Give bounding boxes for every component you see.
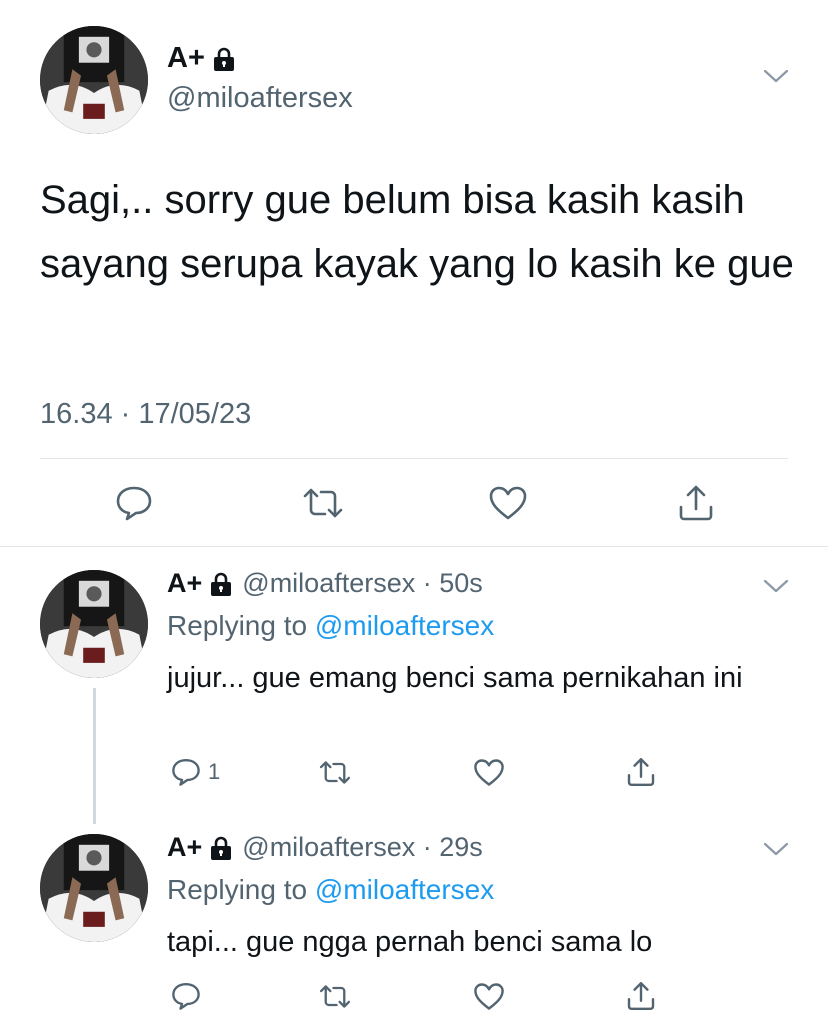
main-tweet-timestamp[interactable]: 16.34 · 17/05/23: [40, 398, 251, 431]
like-button[interactable]: [488, 485, 528, 521]
speech-bubble-icon: [116, 486, 152, 521]
heart-icon: [489, 486, 527, 520]
share-upload-icon: [627, 982, 655, 1010]
avatar-image: [40, 570, 148, 678]
retweet-button[interactable]: [318, 759, 352, 786]
main-author-row: A+: [167, 42, 235, 75]
chevron-down-icon[interactable]: [762, 68, 790, 84]
share-upload-icon: [627, 758, 655, 786]
avatar-image: [40, 26, 148, 134]
main-tweet-text: Sagi,.. sorry gue belum bisa kasih kasih…: [40, 178, 794, 286]
tweet-thread-page: A+ @miloaftersex Sagi,.. sorry gue belum…: [0, 0, 828, 1026]
speech-bubble-icon: [172, 982, 200, 1010]
retweet-arrows-icon: [303, 488, 343, 518]
main-display-name[interactable]: A+: [167, 42, 205, 75]
retweet-button[interactable]: [318, 983, 352, 1010]
reply-button[interactable]: 1: [170, 757, 220, 787]
replying-mention-link[interactable]: @miloaftersex: [315, 874, 494, 905]
chevron-down-icon[interactable]: [762, 578, 790, 594]
reply-button[interactable]: [170, 981, 202, 1011]
reply-handle-time[interactable]: @miloaftersex · 50s: [242, 568, 482, 599]
share-button[interactable]: [676, 483, 716, 523]
section-divider: [0, 546, 828, 547]
speech-bubble-icon: [172, 758, 200, 786]
reply-text: jujur... gue emang benci sama pernikahan…: [167, 662, 743, 694]
replying-mention-link[interactable]: @miloaftersex: [315, 610, 494, 641]
like-button[interactable]: [473, 758, 505, 787]
retweet-arrows-icon: [319, 761, 351, 784]
divider: [40, 458, 788, 459]
avatar-image: [40, 834, 148, 942]
replying-label: Replying to: [167, 610, 315, 641]
heart-icon: [474, 759, 504, 786]
reply-display-name[interactable]: A+: [167, 832, 202, 863]
reply-text: tapi... gue ngga pernah benci sama lo: [167, 926, 653, 958]
reply-author-row: A+ @miloaftersex · 50s: [167, 568, 483, 599]
lock-icon: [210, 836, 232, 860]
retweet-arrows-icon: [319, 985, 351, 1008]
reply-handle-time[interactable]: @miloaftersex · 29s: [242, 832, 482, 863]
reply-avatar[interactable]: [40, 834, 148, 942]
lock-icon: [213, 47, 235, 71]
reply-avatar[interactable]: [40, 570, 148, 678]
replying-to-line: Replying to @miloaftersex: [167, 610, 494, 642]
main-avatar[interactable]: [40, 26, 148, 134]
heart-icon: [474, 983, 504, 1010]
main-handle[interactable]: @miloaftersex: [167, 82, 353, 115]
reply-display-name[interactable]: A+: [167, 568, 202, 599]
chevron-down-icon[interactable]: [762, 841, 790, 857]
share-upload-icon: [679, 485, 713, 521]
like-button[interactable]: [473, 982, 505, 1011]
share-button[interactable]: [625, 756, 657, 788]
share-button[interactable]: [625, 980, 657, 1012]
thread-connector: [93, 688, 96, 824]
replying-label: Replying to: [167, 874, 315, 905]
reply-author-row: A+ @miloaftersex · 29s: [167, 832, 483, 863]
reply-count: 1: [208, 759, 221, 784]
reply-button[interactable]: [114, 484, 154, 522]
replying-to-line: Replying to @miloaftersex: [167, 874, 494, 906]
lock-icon: [210, 572, 232, 596]
retweet-button[interactable]: [301, 486, 345, 520]
